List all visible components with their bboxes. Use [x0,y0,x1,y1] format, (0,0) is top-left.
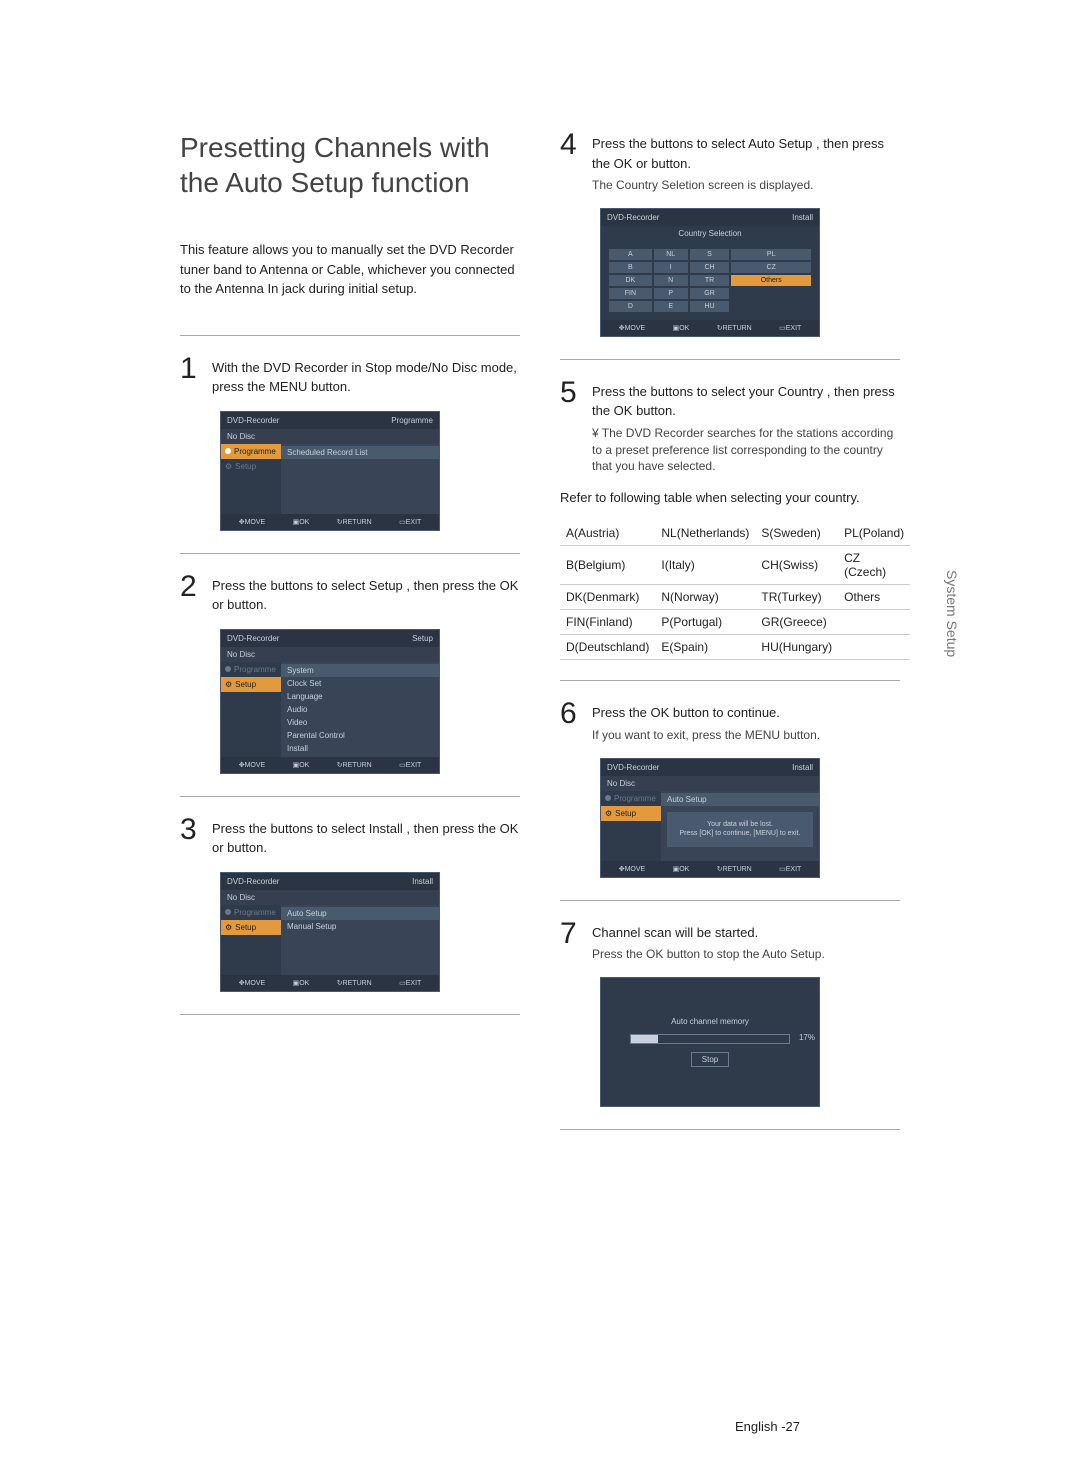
step-text: Channel scan will be started. Press the … [592,919,825,963]
step-subtext: Press the OK button to stop the Auto Set… [592,946,825,963]
step-subtext: ¥ The DVD Recorder searches for the stat… [592,425,900,475]
country-table-intro: Refer to following table when selecting … [560,489,900,507]
step-text: With the DVD Recorder in Stop mode/No Di… [212,354,520,397]
step-number: 6 [560,699,582,743]
step-2: 2 Press the buttons to select Setup , th… [180,572,520,615]
step-text: Press the OK button to continue. If you … [592,699,820,743]
step-subtext: The Country Seletion screen is displayed… [592,177,900,194]
step-7: 7 Channel scan will be started. Press th… [560,919,900,963]
side-tab-label: System Setup [944,570,960,657]
side-setup: Setup [235,462,256,471]
ui-screenshot-4: DVD-RecorderInstall Country Selection AN… [600,208,820,337]
step-number: 5 [560,378,582,475]
step-number: 4 [560,130,582,194]
right-column: 4 Press the buttons to select Auto Setup… [560,130,900,1148]
step-3: 3 Press the buttons to select Install , … [180,815,520,858]
step-1: 1 With the DVD Recorder in Stop mode/No … [180,354,520,397]
country-code-table: A(Austria)NL(Netherlands)S(Sweden)PL(Pol… [560,521,910,660]
country-selection-title: Country Selection [601,226,819,241]
footer-ok: ▣OK [293,518,310,526]
intro-text: This feature allows you to manually set … [180,240,520,299]
page-title: Presetting Channels with the Auto Setup … [180,130,520,200]
footer-move: ✥MOVE [239,518,266,526]
ui-brand: DVD-Recorder [227,416,279,425]
confirm-popup: Your data will be lost. Press [OK] to co… [667,812,813,848]
step-subtext: If you want to exit, press the MENU butt… [592,727,820,744]
country-grid: ANLSPL BICHCZ DKNTROthers FINPGR DEHU [607,247,813,314]
step-number: 7 [560,919,582,963]
ui-screenshot-1: DVD-RecorderProgramme No Disc Programme … [220,411,440,531]
left-column: Presetting Channels with the Auto Setup … [180,130,520,1148]
step-text: Press the buttons to select Install , th… [212,815,520,858]
ui-header-right: Programme [391,416,433,425]
step-number: 1 [180,354,202,397]
ui-main-item: Scheduled Record List [281,446,439,459]
step-text: Press the buttons to select Auto Setup ,… [592,130,900,194]
ui-screenshot-2: DVD-RecorderSetup No Disc Programme ⚙Set… [220,629,440,774]
page-number: English -27 [735,1419,800,1434]
stop-button: Stop [691,1052,729,1067]
step-4: 4 Press the buttons to select Auto Setup… [560,130,900,194]
step-6: 6 Press the OK button to continue. If yo… [560,699,900,743]
step-text: Press the buttons to select your Country… [592,378,900,475]
step-5: 5 Press the buttons to select your Count… [560,378,900,475]
side-programme: Programme [234,447,276,456]
ui-screenshot-7: Auto channel memory 17% Stop [600,977,820,1107]
progress-title: Auto channel memory [671,1017,749,1026]
progress-percent: 17% [799,1033,815,1042]
progress-bar: 17% [630,1034,790,1044]
footer-exit: ▭EXIT [399,518,421,526]
step-text: Press the buttons to select Setup , then… [212,572,520,615]
step-number: 2 [180,572,202,615]
step-number: 3 [180,815,202,858]
ui-no-disc: No Disc [227,432,255,441]
footer-return: ↻RETURN [337,518,372,526]
ui-screenshot-6: DVD-RecorderInstall No Disc Programme ⚙S… [600,758,820,878]
ui-screenshot-3: DVD-RecorderInstall No Disc Programme ⚙S… [220,872,440,992]
